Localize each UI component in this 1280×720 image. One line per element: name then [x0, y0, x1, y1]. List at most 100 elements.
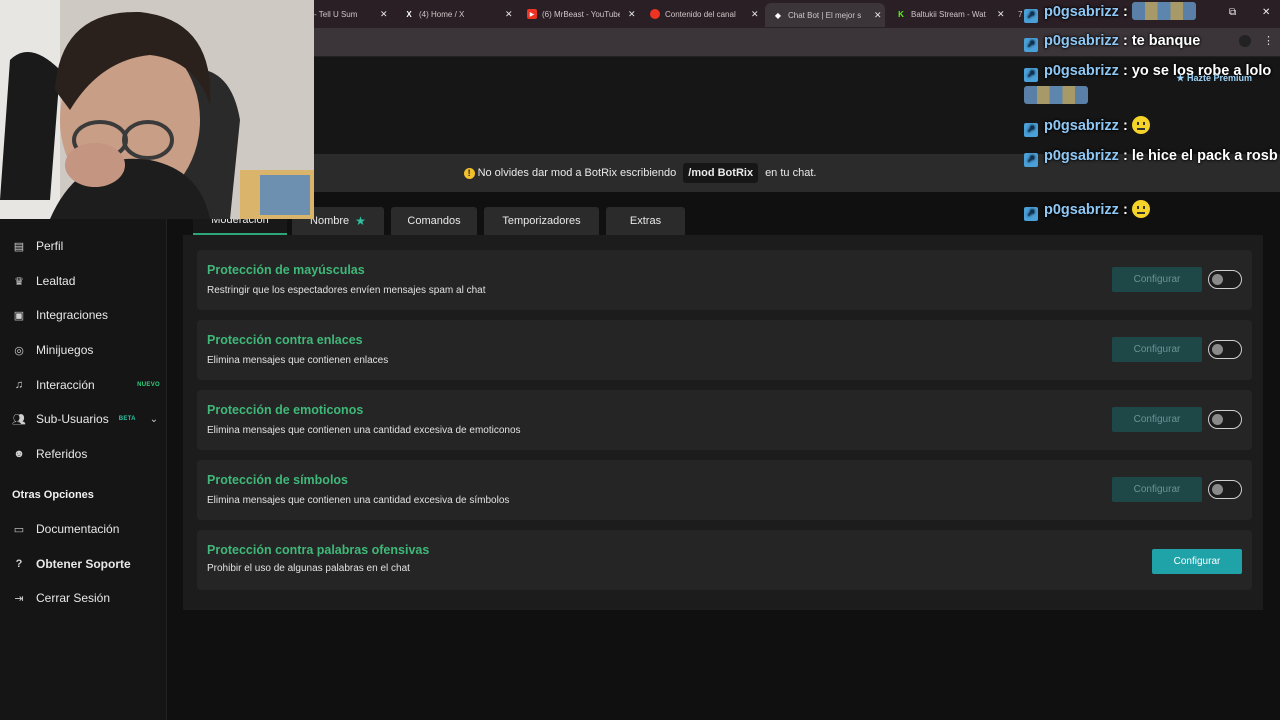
- gamepad-icon: ◎: [14, 344, 24, 357]
- tab-temporizadores[interactable]: Temporizadores: [484, 207, 599, 235]
- chat-text: te banque: [1131, 33, 1201, 49]
- protection-title: Protección de emoticonos: [207, 403, 364, 417]
- sidebar-item-documentacion[interactable]: ▭ Documentación: [12, 522, 160, 536]
- chat-username: p0gsabrizz: [1044, 33, 1119, 49]
- neutral-face-emote-icon: [1131, 116, 1150, 134]
- browser-tab[interactable]: ▶ (6) MrBeast - YouTube ✕: [519, 4, 639, 24]
- protection-row: Protección de emoticonos Elimina mensaje…: [197, 390, 1252, 450]
- protection-row: Protección de símbolos Elimina mensajes …: [197, 460, 1252, 520]
- new-badge: NUEVO: [137, 382, 160, 388]
- enable-toggle[interactable]: [1208, 270, 1242, 289]
- browser-tab[interactable]: Contenido del canal ✕: [642, 4, 762, 24]
- sidebar-item-label: Minijuegos: [36, 343, 94, 357]
- sidebar-item-interaccion[interactable]: ♫ Interacción NUEVO: [12, 378, 160, 392]
- enable-toggle[interactable]: [1208, 410, 1242, 429]
- help-icon: ?: [15, 558, 23, 570]
- neutral-face-emote-icon: [1131, 200, 1150, 218]
- toggle-knob: [1212, 484, 1223, 495]
- notice-text-end: en tu chat.: [765, 167, 817, 179]
- kick-badge-icon: ↗: [1024, 152, 1038, 167]
- sidebar-item-label: Sub-Usuarios: [36, 412, 109, 426]
- emote-image: [1024, 86, 1088, 104]
- sidebar-item-sub-usuarios[interactable]: 👥︎ Sub-Usuarios BETA ⌄: [12, 412, 160, 426]
- close-icon[interactable]: ✕: [505, 9, 513, 20]
- chat-message: ↗ p0gsabrizz :: [1024, 198, 1280, 223]
- chat-text: le hice el pack a rosb: [1131, 148, 1278, 164]
- kick-badge-icon: ↗: [1024, 67, 1038, 82]
- sidebar-item-cerrar-sesion[interactable]: ⇥ Cerrar Sesión: [12, 591, 160, 605]
- sidebar-item-referidos[interactable]: ☻ Referidos: [12, 447, 160, 461]
- chat-overlay: ↗ p0gsabrizz : ↗ p0gsabrizz : te banque ↗ p…: [1024, 0, 1280, 230]
- enable-toggle[interactable]: [1208, 340, 1242, 359]
- botrix-icon: ◆: [774, 10, 782, 20]
- webcam-overlay: [0, 0, 314, 219]
- sidebar-item-label: Documentación: [36, 522, 120, 536]
- configure-button[interactable]: Configurar: [1112, 407, 1202, 432]
- chat-username: p0gsabrizz: [1044, 63, 1119, 79]
- logout-icon: ⇥: [14, 592, 24, 605]
- premium-link[interactable]: ★ Hazte Premium: [1176, 73, 1252, 84]
- chat-message: ↗ p0gsabrizz : le hice el pack a rosb: [1024, 144, 1280, 169]
- protection-description: Restringir que los espectadores envíen m…: [207, 285, 486, 296]
- chevron-down-icon[interactable]: ⌄: [150, 414, 158, 425]
- chat-message: ↗ p0gsabrizz : yo se los robe a lolo: [1024, 59, 1280, 109]
- close-icon[interactable]: ✕: [874, 10, 882, 21]
- browser-tab[interactable]: X (4) Home / X ✕: [396, 4, 516, 24]
- protection-title: Protección de símbolos: [207, 473, 349, 487]
- sidebar-section-title: Otras Opciones: [12, 489, 94, 501]
- protection-title: Protección contra palabras ofensivas: [207, 543, 430, 557]
- sidebar-item-integraciones[interactable]: ▣ Integraciones: [12, 308, 160, 322]
- close-icon[interactable]: ✕: [751, 9, 759, 20]
- music-note-icon: ♫: [14, 379, 24, 391]
- tab-label: Temporizadores: [502, 215, 581, 227]
- warning-icon: !: [463, 167, 475, 179]
- sidebar-item-perfil[interactable]: ▤ Perfil: [12, 239, 160, 253]
- sidebar-item-label: Integraciones: [36, 308, 109, 322]
- browser-tab[interactable]: - Tell U Sum ✕: [306, 4, 396, 24]
- chat-username: p0gsabrizz: [1044, 118, 1119, 134]
- close-icon[interactable]: ✕: [628, 9, 636, 20]
- close-icon[interactable]: ✕: [380, 9, 388, 20]
- browser-tab[interactable]: K Baltukii Stream - Wat ✕: [888, 4, 1008, 24]
- configure-button[interactable]: Configurar: [1112, 267, 1202, 292]
- tab-label: Nombre: [310, 215, 350, 227]
- discord-icon: ▣: [13, 309, 25, 322]
- user-group-icon: ☻: [13, 448, 25, 460]
- chat-message: ↗ p0gsabrizz :: [1024, 114, 1280, 139]
- id-card-icon: ▤: [13, 240, 25, 253]
- sidebar-item-label: Cerrar Sesión: [36, 591, 111, 605]
- enable-toggle[interactable]: [1208, 480, 1242, 499]
- tab-title: Baltukii Stream - Wat: [911, 9, 986, 19]
- kick-badge-icon: ↗: [1024, 8, 1038, 23]
- browser-tab-active[interactable]: ◆ Chat Bot | El mejor s ✕: [765, 3, 885, 27]
- sidebar-item-soporte[interactable]: ? Obtener Soporte: [12, 557, 160, 571]
- configure-button[interactable]: Configurar: [1112, 477, 1202, 502]
- kick-icon: K: [898, 9, 904, 19]
- sidebar-item-minijuegos[interactable]: ◎ Minijuegos: [12, 343, 160, 357]
- tab-title: Contenido del canal: [665, 9, 736, 19]
- chat-message: ↗ p0gsabrizz :: [1024, 0, 1280, 25]
- protection-row: Protección contra palabras ofensivas Pro…: [197, 530, 1252, 590]
- tab-title: (4) Home / X: [419, 9, 465, 19]
- star-icon: ★: [1176, 73, 1187, 83]
- close-icon[interactable]: ✕: [997, 9, 1005, 20]
- tab-comandos[interactable]: Comandos: [391, 207, 477, 235]
- tab-title: - Tell U Sum: [314, 9, 358, 19]
- sidebar-item-label: Perfil: [36, 239, 64, 253]
- sidebar-item-label: Referidos: [36, 447, 88, 461]
- star-icon: ★: [355, 214, 366, 228]
- kick-badge-icon: ↗: [1024, 37, 1038, 52]
- configure-button[interactable]: Configurar: [1152, 549, 1242, 574]
- sidebar-item-label: Interacción: [36, 378, 95, 392]
- chat-username: p0gsabrizz: [1044, 202, 1119, 218]
- sidebar: [0, 218, 167, 720]
- youtube-studio-icon: [650, 9, 660, 19]
- tab-extras[interactable]: Extras: [606, 207, 685, 235]
- webcam-video: [0, 0, 314, 219]
- configure-button[interactable]: Configurar: [1112, 337, 1202, 362]
- sidebar-item-lealtad[interactable]: ♛ Lealtad: [12, 274, 160, 288]
- chat-username: p0gsabrizz: [1044, 148, 1119, 164]
- trophy-icon: ♛: [14, 275, 24, 288]
- notice-text: No olvides dar mod a BotRix escribiendo: [477, 167, 677, 179]
- toggle-knob: [1212, 414, 1223, 425]
